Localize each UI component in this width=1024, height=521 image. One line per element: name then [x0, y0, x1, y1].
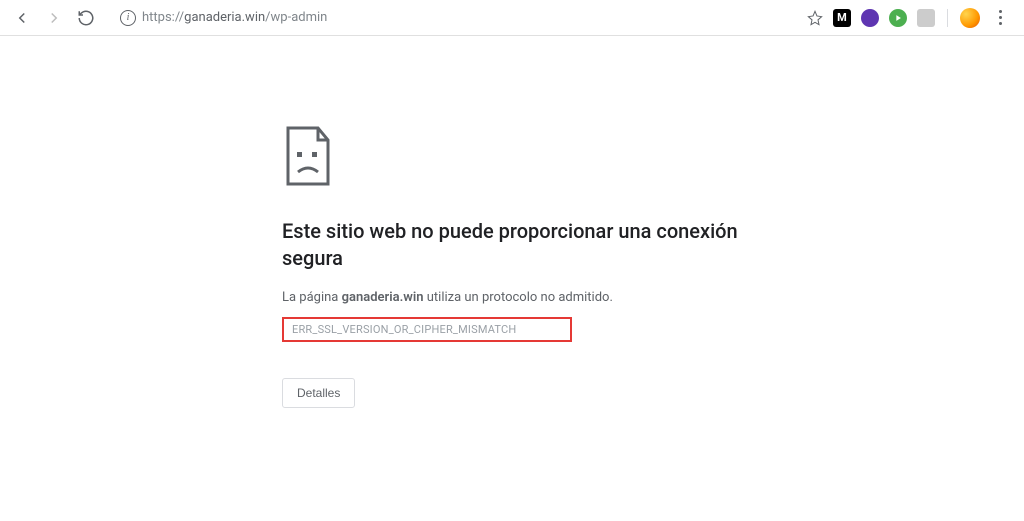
extension-icon-gray[interactable]: [917, 9, 935, 27]
ssl-error-block: Este sitio web no puede proporcionar una…: [282, 126, 742, 408]
reload-button[interactable]: [72, 4, 100, 32]
profile-avatar[interactable]: [960, 8, 980, 28]
error-desc-suffix: utiliza un protocolo no admitido.: [424, 290, 613, 305]
extensions-area: M: [827, 8, 1016, 28]
extension-icon-purple[interactable]: [861, 9, 879, 27]
play-icon: [893, 13, 903, 23]
extension-icon-m[interactable]: M: [833, 9, 851, 27]
forward-button[interactable]: [40, 4, 68, 32]
bookmark-star-icon[interactable]: [807, 10, 823, 26]
url-text: https://ganaderia.win/wp-admin: [142, 10, 327, 25]
error-code: ERR_SSL_VERSION_OR_CIPHER_MISMATCH: [292, 323, 562, 336]
error-description: La página ganaderia.win utiliza un proto…: [282, 290, 742, 305]
reload-icon: [77, 9, 95, 27]
url-path: /wp-admin: [265, 10, 327, 25]
error-desc-prefix: La página: [282, 290, 342, 305]
arrow-left-icon: [13, 9, 31, 27]
error-code-highlight: ERR_SSL_VERSION_OR_CIPHER_MISMATCH: [282, 317, 572, 342]
toolbar-divider: [947, 9, 948, 27]
arrow-right-icon: [45, 9, 63, 27]
error-desc-domain: ganaderia.win: [342, 290, 424, 305]
address-bar[interactable]: i https://ganaderia.win/wp-admin: [110, 4, 793, 32]
browser-toolbar: i https://ganaderia.win/wp-admin M: [0, 0, 1024, 36]
back-button[interactable]: [8, 4, 36, 32]
details-button[interactable]: Detalles: [282, 378, 355, 408]
url-scheme: https://: [142, 10, 184, 25]
site-info-icon[interactable]: i: [120, 10, 136, 26]
error-title: Este sitio web no puede proporcionar una…: [282, 218, 742, 272]
url-domain: ganaderia.win: [184, 10, 265, 25]
browser-menu-button[interactable]: [990, 8, 1010, 28]
sad-document-icon: [282, 126, 334, 186]
extension-icon-green[interactable]: [889, 9, 907, 27]
page-content: Este sitio web no puede proporcionar una…: [0, 36, 1024, 408]
